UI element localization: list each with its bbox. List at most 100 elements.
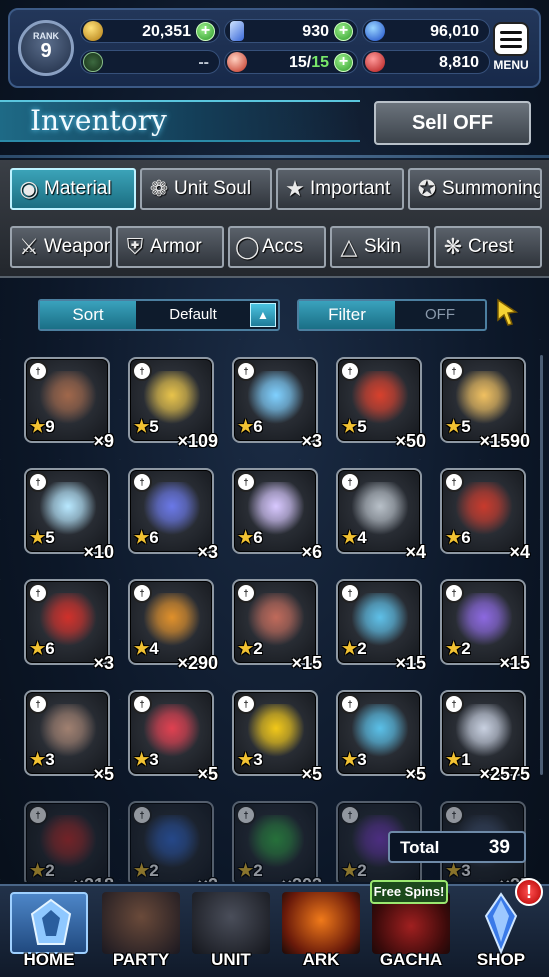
sword-icon: ⚔	[19, 234, 39, 259]
bottom-nav: HOME PARTY UNIT ARK GACHA SHOP	[0, 884, 549, 977]
add-crystal-button[interactable]: +	[334, 22, 353, 41]
inventory-item[interactable]: †★2×203	[232, 801, 322, 882]
inventory-item[interactable]: † ★2 ×15	[440, 579, 530, 673]
inventory-item[interactable]: † ★6 ×6	[232, 468, 322, 562]
inventory-item[interactable]: †★2×2	[128, 801, 218, 882]
gil-value: 20,351	[142, 23, 191, 40]
tab-skin[interactable]: △ Skin	[330, 226, 430, 268]
stamina-icon	[227, 52, 247, 72]
nav-party[interactable]: PARTY	[96, 888, 186, 976]
stat-value: --	[198, 54, 209, 71]
tab-unit-soul[interactable]: ❁ Unit Soul	[140, 168, 272, 210]
inventory-item[interactable]: † ★4 ×4	[336, 468, 426, 562]
rarity-star-icon: ★	[446, 639, 462, 658]
nav-ark[interactable]: ARK	[276, 888, 366, 976]
tab-crest[interactable]: ❋ Crest	[434, 226, 542, 268]
item-rarity: ★2	[30, 861, 55, 880]
sell-toggle-button[interactable]: Sell OFF	[374, 101, 531, 145]
inventory-item[interactable]: † ★3 ×5	[336, 690, 426, 784]
item-rarity: ★2	[342, 639, 367, 658]
inventory-item[interactable]: † ★2 ×15	[336, 579, 426, 673]
add-stamina-button[interactable]: +	[334, 53, 353, 72]
summon-icon: ✪	[417, 176, 437, 201]
item-quantity: ×3	[197, 542, 218, 562]
add-gil-button[interactable]: +	[196, 22, 215, 41]
nav-unit[interactable]: UNIT	[186, 888, 276, 976]
hamburger-icon	[493, 22, 529, 56]
free-spins-badge[interactable]: Free Spins!	[370, 880, 448, 904]
rarity-star-icon: ★	[446, 528, 462, 547]
item-rarity: ★6	[238, 528, 263, 547]
item-quantity: ×10	[83, 542, 114, 562]
tab-armor[interactable]: ⛨ Armor	[116, 226, 224, 268]
gil-counter: 20,351 +	[80, 19, 220, 43]
tab-accs[interactable]: ◯ Accs	[228, 226, 326, 268]
nav-unit-label: UNIT	[211, 950, 251, 969]
inventory-item[interactable]: † ★3 ×5	[24, 690, 114, 784]
item-quantity: ×203	[281, 875, 322, 882]
rarity-star-icon: ★	[30, 528, 46, 547]
crystal-counter: 930 +	[224, 19, 358, 43]
blue-orb-icon	[365, 21, 385, 41]
tab-weapon[interactable]: ⚔ Weapon	[10, 226, 112, 268]
menu-button[interactable]: MENU	[489, 22, 533, 80]
rarity-star-icon: ★	[134, 861, 150, 880]
inventory-item[interactable]: † ★6 ×3	[24, 579, 114, 673]
item-rarity: ★6	[134, 528, 159, 547]
inventory-item[interactable]: † ★6 ×4	[440, 468, 530, 562]
total-value: 39	[488, 837, 510, 858]
inventory-item[interactable]: † ★5 ×109	[128, 357, 218, 451]
inventory-item[interactable]: † ★3 ×5	[232, 690, 322, 784]
inventory-item[interactable]: † ★6 ×3	[128, 468, 218, 562]
inventory-item[interactable]: †★2×218	[24, 801, 114, 882]
tab-important[interactable]: ★ Important	[276, 168, 404, 210]
home-crest-icon	[10, 892, 88, 954]
rank-value: 9	[40, 40, 52, 62]
rarity-star-icon: ★	[30, 639, 46, 658]
rarity-star-icon: ★	[30, 750, 46, 769]
inventory-item[interactable]: † ★5 ×50	[336, 357, 426, 451]
nav-party-label: PARTY	[112, 950, 170, 969]
filter-control[interactable]: Filter OFF	[297, 299, 487, 331]
stamina-counter: 15/15 +	[224, 50, 358, 74]
scrollbar[interactable]	[540, 355, 543, 775]
red-orb-value: 8,810	[438, 54, 479, 71]
rarity-star-icon: ★	[342, 417, 358, 436]
sort-order-button[interactable]: ▲	[250, 303, 276, 327]
inventory-item[interactable]: † ★5 ×1590	[440, 357, 530, 451]
inventory-item[interactable]: † ★3 ×5	[128, 690, 218, 784]
inventory-item[interactable]: † ★6 ×3	[232, 357, 322, 451]
tab-summoning[interactable]: ✪ Summoning	[408, 168, 542, 210]
red-orb-counter: 8,810	[362, 50, 490, 74]
sort-control[interactable]: Sort Default ▲	[38, 299, 280, 331]
rarity-star-icon: ★	[446, 861, 462, 880]
item-quantity: ×15	[395, 653, 426, 673]
item-rarity: ★5	[342, 417, 367, 436]
item-quantity: ×109	[177, 431, 218, 451]
item-rarity: ★3	[342, 750, 367, 769]
shop-alert-badge: !	[515, 878, 543, 906]
compass-icon	[83, 52, 103, 72]
inventory-item[interactable]: † ★5 ×10	[24, 468, 114, 562]
rarity-star-icon: ★	[342, 750, 358, 769]
item-rarity: ★2	[342, 861, 367, 880]
rank-badge[interactable]: RANK 9	[18, 20, 74, 76]
nav-home[interactable]: HOME	[4, 888, 94, 976]
inventory-item[interactable]: † ★1 ×2575	[440, 690, 530, 784]
tab-material[interactable]: ◉ Material	[10, 168, 136, 210]
item-rarity: ★1	[446, 750, 471, 769]
inventory-item[interactable]: † ★9 ×9	[24, 357, 114, 451]
item-rarity: ★9	[30, 417, 55, 436]
item-quantity: ×2575	[479, 764, 530, 784]
status-bar: RANK 9 20,351 + 930 + 96,010 -- 15/15 + …	[8, 8, 541, 88]
rarity-star-icon: ★	[134, 528, 150, 547]
item-quantity: ×2	[197, 875, 218, 882]
inventory-item[interactable]: † ★2 ×15	[232, 579, 322, 673]
rarity-star-icon: ★	[134, 750, 150, 769]
inventory-item[interactable]: † ★4 ×290	[128, 579, 218, 673]
filter-label: Filter	[299, 301, 395, 329]
sort-value: Default	[169, 306, 217, 323]
item-grid: † ★9 ×9 † ★5 ×109 † ★6 ×3 † ★5 ×50 † ★5 ×1590 † ★5 ×10 † ★6…	[24, 357, 534, 882]
item-rarity: ★6	[238, 417, 263, 436]
rarity-star-icon: ★	[238, 750, 254, 769]
